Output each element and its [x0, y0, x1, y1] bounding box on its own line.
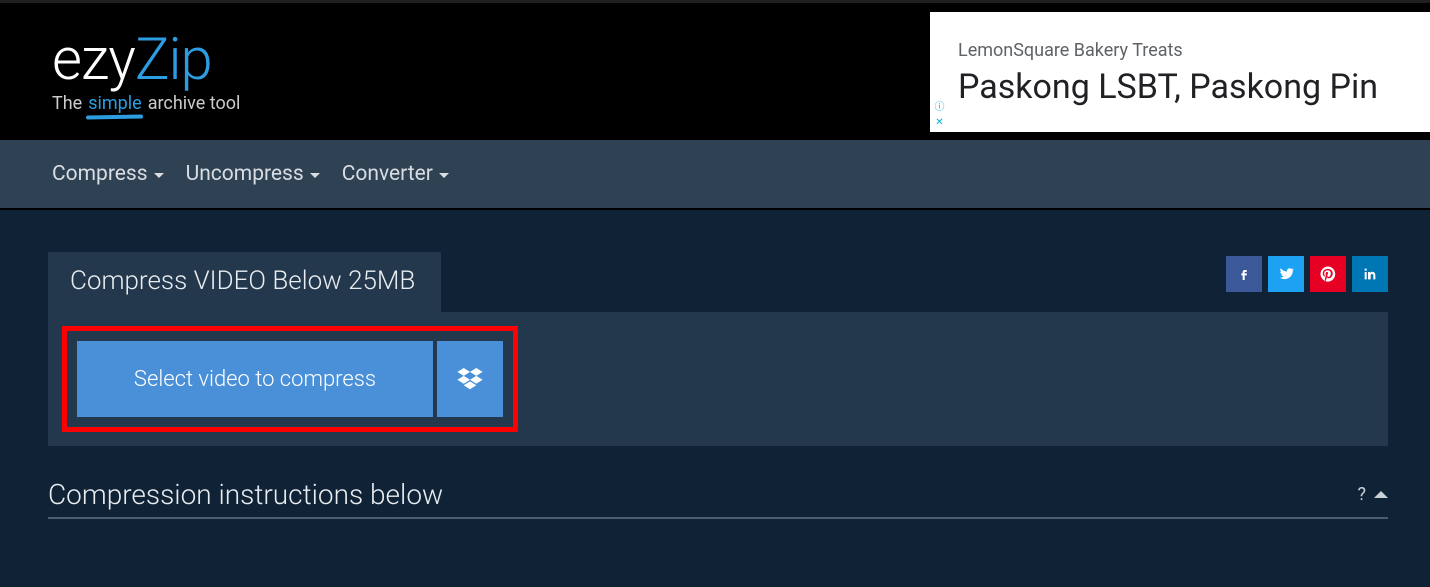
brand-tag-after: archive tool [148, 95, 241, 113]
nav-label: Uncompress [186, 162, 304, 186]
dropbox-icon [457, 368, 483, 390]
facebook-share-button[interactable] [1226, 256, 1262, 292]
nav-uncompress[interactable]: Uncompress [186, 162, 320, 186]
dropbox-button[interactable] [437, 341, 503, 417]
chevron-down-icon [439, 173, 449, 178]
facebook-icon [1236, 266, 1252, 282]
ad-subtitle: LemonSquare Bakery Treats [958, 40, 1412, 61]
tab-row: Compress VIDEO Below 25MB [48, 252, 1388, 312]
ad-info-icon[interactable]: ⓘ [932, 100, 947, 115]
upload-card: Select video to compress [48, 312, 1388, 446]
instructions-header[interactable]: Compression instructions below ? [48, 478, 1388, 519]
select-video-button[interactable]: Select video to compress [77, 341, 433, 417]
top-header: ezyZip The simple archive tool ⓘ ✕ Lemon… [0, 0, 1430, 140]
main-nav: Compress Uncompress Converter [0, 140, 1430, 210]
ad-banner[interactable]: ⓘ ✕ LemonSquare Bakery Treats Paskong LS… [930, 12, 1430, 132]
brand-tag-before: The [52, 95, 82, 113]
linkedin-share-button[interactable] [1352, 256, 1388, 292]
page-tab: Compress VIDEO Below 25MB [48, 252, 441, 312]
ad-headline: Paskong LSBT, Paskong Pin [958, 67, 1412, 107]
nav-label: Compress [52, 162, 148, 186]
brand-part2: Zip [135, 31, 212, 89]
ad-close-icon[interactable]: ✕ [932, 115, 947, 130]
twitter-share-button[interactable] [1268, 256, 1304, 292]
nav-compress[interactable]: Compress [52, 162, 164, 186]
chevron-down-icon [154, 173, 164, 178]
pinterest-icon [1319, 265, 1337, 283]
highlight-box: Select video to compress [62, 326, 518, 432]
twitter-icon [1277, 265, 1295, 283]
chevron-down-icon [310, 173, 320, 178]
ad-markers: ⓘ ✕ [932, 100, 947, 130]
linkedin-icon [1362, 266, 1378, 282]
brand-part1: ezy [52, 31, 135, 89]
brand-logo[interactable]: ezyZip The simple archive tool [52, 31, 240, 113]
pinterest-share-button[interactable] [1310, 256, 1346, 292]
nav-converter[interactable]: Converter [342, 162, 449, 186]
chevron-up-icon [1374, 491, 1388, 498]
instructions-title: Compression instructions below [48, 478, 443, 511]
brand-tag-highlight: simple [88, 95, 141, 113]
help-icon[interactable]: ? [1357, 484, 1366, 505]
main-content: Compress VIDEO Below 25MB Select video t… [0, 210, 1430, 519]
social-share [1226, 256, 1388, 292]
nav-label: Converter [342, 162, 433, 186]
select-video-label: Select video to compress [134, 367, 376, 392]
page-title: Compress VIDEO Below 25MB [70, 266, 415, 296]
